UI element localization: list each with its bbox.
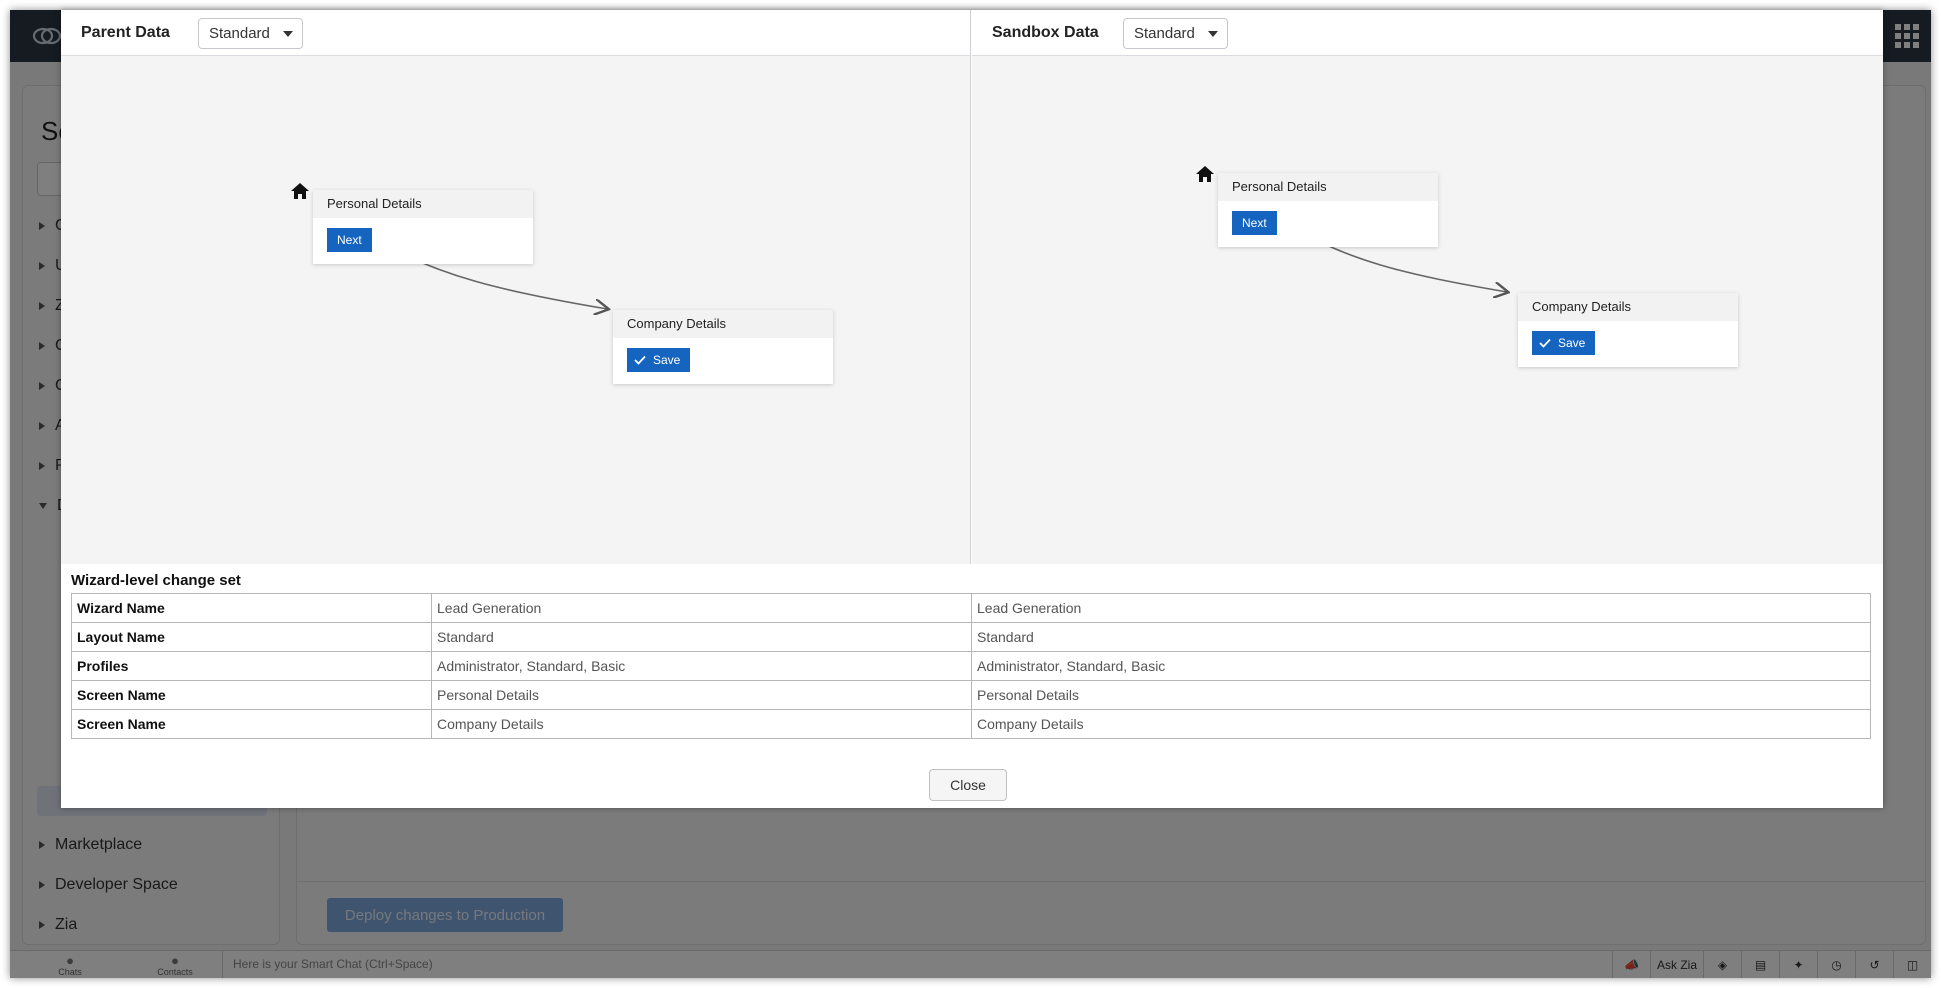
save-button-label: Save <box>653 353 681 367</box>
home-icon <box>1196 166 1214 182</box>
parent-layout-value: Standard <box>209 25 270 42</box>
parent-pane-header: Parent Data Standard <box>61 10 970 56</box>
parent-data-pane: Parent Data Standard Personal Details Ne… <box>61 10 971 564</box>
screen-name: Personal Details <box>1218 173 1438 201</box>
sandbox-value: Company Details <box>971 709 1871 739</box>
table-row: Profiles Administrator, Standard, Basic … <box>71 651 1871 681</box>
close-button[interactable]: Close <box>929 769 1007 801</box>
sandbox-layout-select[interactable]: Standard <box>1123 18 1228 49</box>
checkmark-icon <box>1539 338 1551 348</box>
parent-screen-personal-details[interactable]: Personal Details Next <box>313 190 533 264</box>
save-button[interactable]: Save <box>627 348 691 372</box>
sandbox-layout-value: Standard <box>1134 25 1195 42</box>
parent-data-title: Parent Data <box>81 24 170 41</box>
parent-value: Personal Details <box>431 680 972 710</box>
parent-value: Administrator, Standard, Basic <box>431 651 972 681</box>
change-set-title: Wizard-level change set <box>71 572 241 589</box>
sandbox-data-pane: Sandbox Data Standard Personal Details N… <box>972 10 1883 564</box>
sandbox-value: Personal Details <box>971 680 1871 710</box>
screen-name: Company Details <box>1518 293 1738 321</box>
parent-value: Company Details <box>431 709 972 739</box>
chevron-down-icon <box>282 31 293 37</box>
next-button[interactable]: Next <box>1232 211 1277 235</box>
parent-value: Standard <box>431 622 972 652</box>
sandbox-screen-personal-details[interactable]: Personal Details Next <box>1218 173 1438 247</box>
sandbox-flow-connector <box>1287 224 1883 564</box>
sandbox-pane-header: Sandbox Data Standard <box>972 10 1883 56</box>
row-label: Layout Name <box>71 622 432 652</box>
parent-layout-select[interactable]: Standard <box>198 18 303 49</box>
wizard-compare-modal: Parent Data Standard Personal Details Ne… <box>61 10 1883 808</box>
change-set-table: Wizard Name Lead Generation Lead Generat… <box>71 593 1871 739</box>
home-icon <box>291 183 309 199</box>
parent-screen-company-details[interactable]: Company Details Save <box>613 310 833 384</box>
sandbox-data-title: Sandbox Data <box>992 24 1099 41</box>
sandbox-screen-company-details[interactable]: Company Details Save <box>1518 293 1738 367</box>
chevron-down-icon <box>1207 31 1218 37</box>
save-button-label: Save <box>1558 336 1586 350</box>
table-row: Screen Name Company Details Company Deta… <box>71 709 1871 739</box>
sandbox-value: Administrator, Standard, Basic <box>971 651 1871 681</box>
parent-flow-connector <box>378 241 970 564</box>
save-button[interactable]: Save <box>1532 331 1596 355</box>
screen-name: Personal Details <box>313 190 533 218</box>
screen-name: Company Details <box>613 310 833 338</box>
checkmark-icon <box>634 355 646 365</box>
next-button[interactable]: Next <box>327 228 372 252</box>
table-row: Wizard Name Lead Generation Lead Generat… <box>71 593 1871 623</box>
sandbox-value: Lead Generation <box>971 593 1871 623</box>
sandbox-value: Standard <box>971 622 1871 652</box>
row-label: Screen Name <box>71 680 432 710</box>
table-row: Layout Name Standard Standard <box>71 622 1871 652</box>
row-label: Screen Name <box>71 709 432 739</box>
table-row: Screen Name Personal Details Personal De… <box>71 680 1871 710</box>
parent-value: Lead Generation <box>431 593 972 623</box>
row-label: Profiles <box>71 651 432 681</box>
row-label: Wizard Name <box>71 593 432 623</box>
